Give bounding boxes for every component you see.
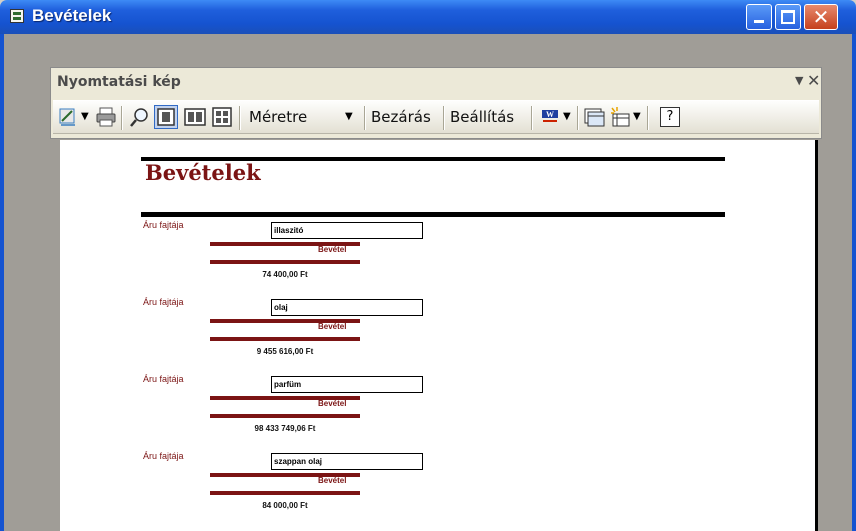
- toolbar: ▼ Méretre ▼ Bezárás Beállítás W ▼ ▼ ?: [53, 100, 819, 134]
- print-preview-page[interactable]: Bevételek Áru fajtája illaszitó Bevétel …: [60, 140, 818, 531]
- print-preview-toolbar-panel: Nyomtatási kép ▼ ✕ ▼ Méretre ▼ Bezárás B…: [50, 67, 822, 139]
- record-amount: 98 433 749,06 Ft: [254, 424, 316, 433]
- minimize-button[interactable]: [746, 4, 772, 30]
- header-rule-bottom: [141, 212, 725, 217]
- design-view-icon[interactable]: [58, 106, 80, 128]
- panel-close-icon[interactable]: ✕: [807, 71, 820, 90]
- one-page-button[interactable]: [154, 105, 178, 129]
- record-divider: [210, 337, 360, 341]
- zoom-icon[interactable]: [129, 106, 151, 128]
- close-window-button[interactable]: ✕: [804, 4, 838, 30]
- design-view-dropdown-icon[interactable]: ▼: [81, 105, 89, 129]
- window-title: Bevételek: [32, 6, 112, 25]
- new-object-dropdown-icon[interactable]: ▼: [633, 105, 641, 129]
- print-icon[interactable]: [95, 106, 117, 128]
- record-value-box: parfüm: [271, 376, 423, 393]
- page-setup-button[interactable]: Beállítás: [450, 105, 514, 129]
- help-icon[interactable]: ?: [660, 107, 680, 127]
- record-sub-label: Bevétel: [318, 476, 347, 485]
- new-object-icon[interactable]: [609, 106, 631, 128]
- record-amount: 74 400,00 Ft: [262, 270, 308, 279]
- toolbar-options-icon[interactable]: ▼: [795, 74, 803, 87]
- title-bar[interactable]: Bevételek ✕: [0, 0, 856, 34]
- office-links-dropdown-icon[interactable]: ▼: [563, 105, 571, 129]
- record-label: Áru fajtája: [143, 451, 184, 461]
- database-window-icon[interactable]: [583, 106, 605, 128]
- close-icon: ✕: [812, 5, 830, 29]
- record-value-box: olaj: [271, 299, 423, 316]
- record-label: Áru fajtája: [143, 374, 184, 384]
- record-amount: 9 455 616,00 Ft: [256, 347, 314, 356]
- two-pages-icon[interactable]: [184, 106, 206, 128]
- record-divider: [210, 414, 360, 418]
- record-label: Áru fajtája: [143, 220, 184, 230]
- record-divider: [210, 491, 360, 495]
- record-divider: [210, 260, 360, 264]
- record-amount: 84 000,00 Ft: [262, 501, 308, 510]
- multiple-pages-icon[interactable]: [211, 106, 233, 128]
- maximize-icon: [781, 10, 795, 24]
- one-page-icon: [157, 108, 175, 126]
- close-preview-button[interactable]: Bezárás: [371, 105, 431, 129]
- minimize-icon: [754, 20, 764, 23]
- zoom-select[interactable]: Méretre ▼: [249, 105, 355, 129]
- record-value-box: illaszitó: [271, 222, 423, 239]
- record-sub-label: Bevétel: [318, 245, 347, 254]
- svg-text:W: W: [546, 110, 554, 119]
- maximize-button[interactable]: [775, 4, 801, 30]
- zoom-dropdown-icon[interactable]: ▼: [345, 105, 353, 129]
- record-value-box: szappan olaj: [271, 453, 423, 470]
- record-sub-label: Bevétel: [318, 322, 347, 331]
- record-label: Áru fajtája: [143, 297, 184, 307]
- report-title: Bevételek: [145, 160, 261, 185]
- zoom-select-value: Méretre: [249, 108, 308, 126]
- office-links-icon[interactable]: W: [539, 106, 561, 128]
- panel-title: Nyomtatási kép: [57, 74, 181, 90]
- access-report-icon[interactable]: [10, 9, 24, 23]
- record-sub-label: Bevétel: [318, 399, 347, 408]
